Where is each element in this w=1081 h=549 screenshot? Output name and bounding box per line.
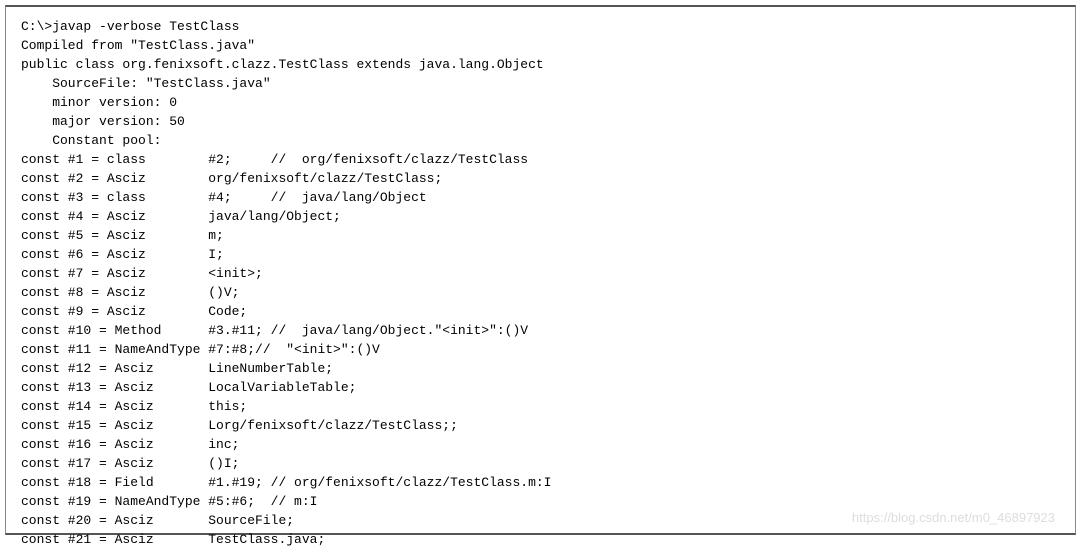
code-line: const #18 = Field #1.#19; // org/fenixso… — [21, 473, 1060, 492]
code-line: C:\>javap -verbose TestClass — [21, 17, 1060, 36]
code-line: public class org.fenixsoft.clazz.TestCla… — [21, 55, 1060, 74]
code-line: Constant pool: — [21, 131, 1060, 150]
code-line: const #5 = Asciz m; — [21, 226, 1060, 245]
code-line: const #21 = Asciz TestClass.java; — [21, 530, 1060, 549]
code-line: const #1 = class #2; // org/fenixsoft/cl… — [21, 150, 1060, 169]
code-line: const #10 = Method #3.#11; // java/lang/… — [21, 321, 1060, 340]
code-line: const #9 = Asciz Code; — [21, 302, 1060, 321]
code-line: SourceFile: "TestClass.java" — [21, 74, 1060, 93]
code-line: const #19 = NameAndType #5:#6; // m:I — [21, 492, 1060, 511]
code-line: const #11 = NameAndType #7:#8;// "<init>… — [21, 340, 1060, 359]
watermark-text: https://blog.csdn.net/m0_46897923 — [852, 510, 1055, 525]
code-line: const #8 = Asciz ()V; — [21, 283, 1060, 302]
code-line: const #7 = Asciz <init>; — [21, 264, 1060, 283]
code-line: const #3 = class #4; // java/lang/Object — [21, 188, 1060, 207]
code-line: const #17 = Asciz ()I; — [21, 454, 1060, 473]
code-line: const #2 = Asciz org/fenixsoft/clazz/Tes… — [21, 169, 1060, 188]
code-line: const #6 = Asciz I; — [21, 245, 1060, 264]
code-line: const #12 = Asciz LineNumberTable; — [21, 359, 1060, 378]
code-line: const #14 = Asciz this; — [21, 397, 1060, 416]
code-line: minor version: 0 — [21, 93, 1060, 112]
code-line: Compiled from "TestClass.java" — [21, 36, 1060, 55]
code-block-container: C:\>javap -verbose TestClassCompiled fro… — [5, 5, 1076, 535]
code-line: const #4 = Asciz java/lang/Object; — [21, 207, 1060, 226]
code-line: major version: 50 — [21, 112, 1060, 131]
code-content: C:\>javap -verbose TestClassCompiled fro… — [21, 17, 1060, 549]
code-line: const #13 = Asciz LocalVariableTable; — [21, 378, 1060, 397]
code-line: const #15 = Asciz Lorg/fenixsoft/clazz/T… — [21, 416, 1060, 435]
code-line: const #16 = Asciz inc; — [21, 435, 1060, 454]
